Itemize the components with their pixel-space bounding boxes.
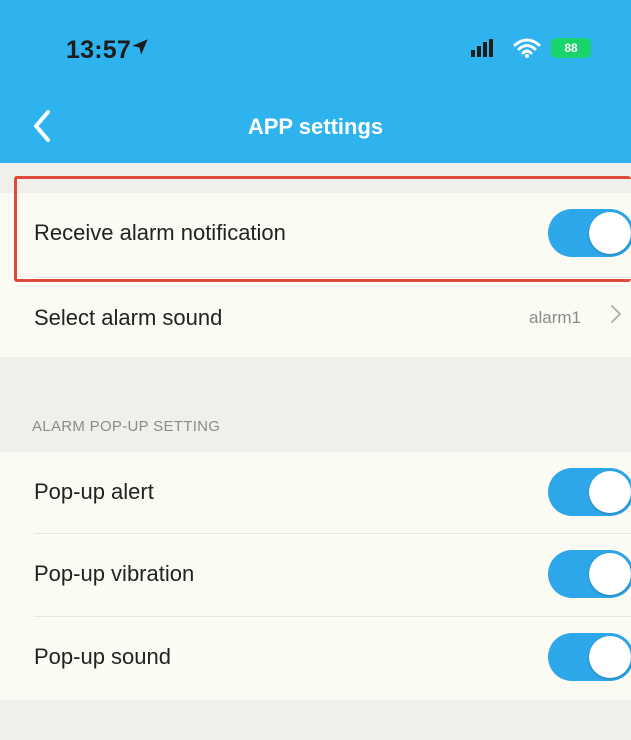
popup-alert-row: Pop-up alert (0, 452, 631, 532)
toggle-knob (589, 471, 631, 513)
status-time: 13:57 (66, 36, 131, 64)
settings-screen: 13:57 88 APP settings Receive alarm noti… (0, 0, 631, 740)
popup-vibration-row: Pop-up vibration (0, 534, 631, 614)
chevron-right-icon[interactable] (610, 303, 622, 325)
top-bar: 13:57 88 APP settings (0, 0, 631, 163)
bottom-spacer (0, 700, 631, 740)
popup-alert-toggle[interactable] (548, 468, 631, 516)
receive-alarm-notification-row: Receive alarm notification (0, 193, 631, 273)
section-spacer (0, 163, 631, 193)
popup-vibration-label: Pop-up vibration (34, 561, 195, 586)
wifi-icon (513, 38, 541, 58)
select-alarm-sound-label: Select alarm sound (34, 305, 223, 330)
section-spacer (0, 357, 631, 452)
alarm-sound-value: alarm1 (529, 308, 581, 327)
receive-alarm-notification-toggle[interactable] (548, 209, 631, 257)
page-title: APP settings (247, 114, 384, 139)
popup-sound-row: Pop-up sound (0, 617, 631, 697)
battery-indicator: 88 (551, 38, 591, 58)
toggle-knob (589, 212, 631, 254)
toggle-knob (589, 553, 631, 595)
popup-sound-label: Pop-up sound (34, 644, 171, 669)
receive-alarm-notification-label: Receive alarm notification (34, 220, 286, 245)
popup-sound-toggle[interactable] (548, 633, 631, 681)
location-arrow-icon (132, 39, 148, 55)
select-alarm-sound-row[interactable]: Select alarm sound alarm1 (0, 278, 631, 358)
section-header: ALARM POP-UP SETTING (32, 418, 221, 435)
popup-vibration-toggle[interactable] (548, 550, 631, 598)
signal-icon (471, 39, 493, 57)
toggle-knob (589, 636, 631, 678)
popup-alert-label: Pop-up alert (34, 479, 154, 504)
